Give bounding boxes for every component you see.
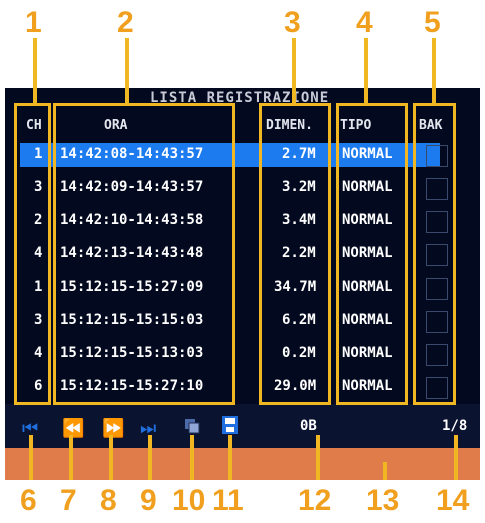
highlight-tipo bbox=[336, 103, 408, 405]
callout-1: 1 bbox=[25, 6, 42, 39]
copy-icon[interactable] bbox=[184, 418, 200, 434]
page-indicator: 1/8 bbox=[442, 418, 468, 434]
rewind-icon[interactable]: ⏪ bbox=[62, 418, 84, 439]
leader-line bbox=[29, 435, 33, 480]
callout-12: 12 bbox=[298, 484, 332, 517]
leader-line bbox=[432, 38, 436, 104]
forward-icon[interactable]: ⏩ bbox=[102, 418, 124, 439]
highlight-ch bbox=[14, 103, 51, 405]
callout-8: 8 bbox=[100, 484, 117, 517]
leader-line bbox=[125, 38, 129, 104]
highlight-ora bbox=[53, 103, 235, 405]
callout-4: 4 bbox=[356, 6, 373, 39]
highlight-dimen bbox=[259, 103, 331, 405]
leader-line bbox=[190, 435, 194, 480]
callout-10: 10 bbox=[172, 484, 206, 517]
status-bar bbox=[5, 448, 480, 480]
callout-14: 14 bbox=[436, 484, 470, 517]
leader-line bbox=[109, 435, 113, 480]
leader-line bbox=[292, 38, 296, 104]
leader-line bbox=[69, 435, 73, 480]
callout-13: 13 bbox=[366, 484, 400, 517]
highlight-bak bbox=[413, 103, 456, 405]
leader-line bbox=[454, 435, 458, 480]
callout-5: 5 bbox=[424, 6, 441, 39]
callout-2: 2 bbox=[117, 6, 134, 39]
total-size: 0B bbox=[300, 418, 317, 434]
callout-6: 6 bbox=[20, 484, 37, 517]
leader-line bbox=[33, 38, 37, 104]
leader-line bbox=[316, 435, 320, 480]
leader-line bbox=[383, 462, 387, 480]
leader-line bbox=[148, 435, 152, 480]
callout-9: 9 bbox=[140, 484, 157, 517]
leader-line bbox=[364, 38, 368, 104]
callout-7: 7 bbox=[60, 484, 77, 517]
leader-line bbox=[228, 435, 232, 480]
save-icon[interactable] bbox=[222, 416, 238, 434]
callout-3: 3 bbox=[284, 6, 301, 39]
callout-11: 11 bbox=[212, 484, 244, 517]
